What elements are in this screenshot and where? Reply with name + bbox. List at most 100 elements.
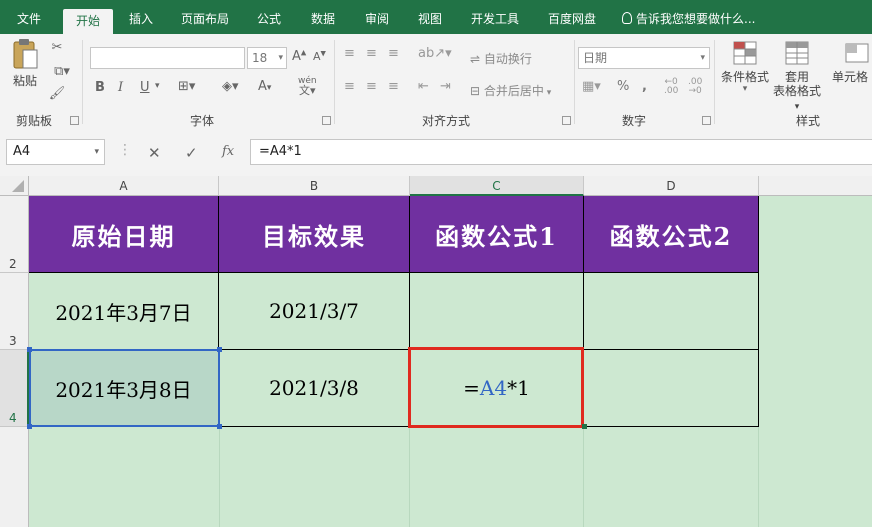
font-color-button[interactable]: A▾: [258, 79, 271, 94]
cut-button[interactable]: ✂: [48, 40, 66, 55]
number-launcher-icon[interactable]: [702, 116, 711, 125]
cell-b3[interactable]: 2021/3/7: [219, 273, 410, 350]
select-all-corner[interactable]: [0, 176, 29, 196]
chevron-down-icon: ▾: [700, 53, 705, 63]
header-cell-original-date[interactable]: 原始日期: [29, 196, 219, 273]
alignment-launcher-icon[interactable]: [562, 116, 571, 125]
tab-developer[interactable]: 开发工具: [464, 0, 526, 34]
italic-button[interactable]: I: [118, 80, 123, 95]
align-left-button[interactable]: ≡: [344, 79, 355, 94]
tab-page-layout[interactable]: 页面布局: [175, 0, 235, 34]
range-handle[interactable]: [217, 347, 222, 352]
tab-view[interactable]: 视图: [411, 0, 449, 34]
column-header-e[interactable]: [759, 176, 872, 196]
increase-indent-button[interactable]: ⇥: [440, 79, 451, 94]
font-launcher-icon[interactable]: [322, 116, 331, 125]
tab-review[interactable]: 审阅: [358, 0, 396, 34]
confirm-entry-button[interactable]: ✓: [185, 144, 198, 162]
align-bottom-button[interactable]: ≡: [388, 46, 399, 61]
fill-color-button[interactable]: ◈▾: [222, 79, 239, 94]
number-group-label: 数字: [622, 114, 647, 128]
cell-d3[interactable]: [584, 273, 759, 350]
gridline: [219, 427, 220, 527]
fill-handle[interactable]: [582, 424, 587, 429]
number-format-select[interactable]: 日期 ▾: [578, 47, 710, 69]
ribbon-tab-bar: 文件 开始 插入 页面布局 公式 数据 审阅 视图 开发工具 百度网盘 告诉我您…: [0, 0, 872, 34]
cell-styles-icon: [845, 43, 869, 63]
tell-me-search[interactable]: 告诉我您想要做什么...: [622, 0, 792, 34]
cell-b4[interactable]: 2021/3/8: [219, 350, 410, 427]
row-header-5[interactable]: [0, 427, 29, 527]
cell-c3[interactable]: [410, 273, 584, 350]
cell-styles-button[interactable]: 单元格: [832, 40, 872, 84]
chevron-down-icon: ▾: [155, 81, 160, 91]
comma-button[interactable]: ,: [642, 79, 647, 94]
column-header-a[interactable]: A: [29, 176, 219, 196]
copy-button[interactable]: ⧉▾: [48, 64, 76, 79]
tell-me-text: 告诉我您想要做什么...: [636, 12, 756, 26]
underline-dropdown[interactable]: ▾: [155, 81, 160, 91]
row-header-3[interactable]: 3: [0, 273, 29, 350]
clipboard-launcher-icon[interactable]: [70, 116, 79, 125]
decrease-decimal-button[interactable]: .00 →0: [688, 78, 702, 96]
cell-d4[interactable]: [584, 350, 759, 427]
accounting-button[interactable]: ▦▾: [582, 79, 601, 94]
tab-home[interactable]: 开始: [63, 9, 113, 34]
borders-button[interactable]: ⊞▾: [178, 79, 195, 94]
currency-icon: ▦▾: [582, 79, 601, 94]
paste-button[interactable]: 粘贴: [8, 38, 42, 89]
increase-decimal-button[interactable]: ←0.00: [664, 78, 678, 96]
font-name-select[interactable]: [90, 47, 245, 69]
tab-formulas[interactable]: 公式: [250, 0, 288, 34]
format-as-table-button[interactable]: 套用 表格格式▾: [772, 40, 822, 114]
decrease-indent-button[interactable]: ⇤: [418, 79, 429, 94]
align-top-button[interactable]: ≡: [344, 46, 355, 61]
align-center-icon: ≡: [366, 79, 377, 94]
format-painter-button[interactable]: 🖌: [48, 86, 66, 101]
increase-font-button[interactable]: A▲: [292, 49, 306, 64]
column-header-c[interactable]: C: [410, 176, 584, 196]
align-right-button[interactable]: ≡: [388, 79, 399, 94]
tab-data[interactable]: 数据: [304, 0, 342, 34]
wrap-text-label: 自动换行: [483, 52, 532, 66]
clipboard-group-label: 剪贴板: [16, 114, 53, 128]
percent-button[interactable]: %: [617, 79, 629, 94]
tab-file[interactable]: 文件: [10, 0, 48, 34]
align-middle-button[interactable]: ≡: [366, 46, 377, 61]
align-center-button[interactable]: ≡: [366, 79, 377, 94]
merge-center-button[interactable]: ⊟ 合并后居中 ▾: [470, 82, 551, 99]
group-divider: [714, 40, 715, 124]
cancel-entry-button[interactable]: ✕: [148, 144, 161, 162]
header-cell-formula-2[interactable]: 函数公式2: [584, 196, 759, 273]
range-handle[interactable]: [217, 424, 222, 429]
font-size-select[interactable]: 18 ▾: [247, 47, 287, 69]
formula-input[interactable]: =A4*1: [250, 139, 872, 165]
column-header-d[interactable]: D: [584, 176, 759, 196]
name-box[interactable]: A4 ▾: [6, 139, 105, 165]
column-header-b[interactable]: B: [219, 176, 410, 196]
table-format-label-2: 表格格式▾: [772, 84, 821, 112]
bold-button[interactable]: B: [95, 80, 105, 95]
row-header-4[interactable]: 4: [0, 350, 29, 427]
conditional-format-button[interactable]: 条件格式 ▾: [720, 40, 770, 94]
align-left-icon: ≡: [344, 79, 355, 94]
insert-function-button[interactable]: fx: [222, 144, 234, 159]
font-group-label: 字体: [190, 114, 215, 128]
header-cell-formula-1[interactable]: 函数公式1: [410, 196, 584, 273]
tab-baidu-netdisk[interactable]: 百度网盘: [541, 0, 603, 34]
formula-bar-grip: ⋮: [118, 142, 132, 158]
underline-button[interactable]: U: [140, 80, 150, 95]
phonetic-button[interactable]: wén 文▾: [298, 76, 317, 96]
align-right-icon: ≡: [388, 79, 399, 94]
tab-insert[interactable]: 插入: [122, 0, 160, 34]
wrap-text-button[interactable]: ⇌ 自动换行: [470, 50, 532, 67]
row-header-2[interactable]: 2: [0, 196, 29, 273]
header-cell-target-result[interactable]: 目标效果: [219, 196, 410, 273]
table-format-label-1: 套用: [784, 70, 809, 84]
cell-a3[interactable]: 2021年3月7日: [29, 273, 219, 350]
decrease-font-button[interactable]: A▼: [313, 49, 326, 64]
paint-bucket-icon: ◈▾: [222, 79, 239, 94]
orientation-button[interactable]: ab↗▾: [418, 46, 452, 61]
range-handle[interactable]: [27, 347, 32, 352]
range-handle[interactable]: [27, 424, 32, 429]
